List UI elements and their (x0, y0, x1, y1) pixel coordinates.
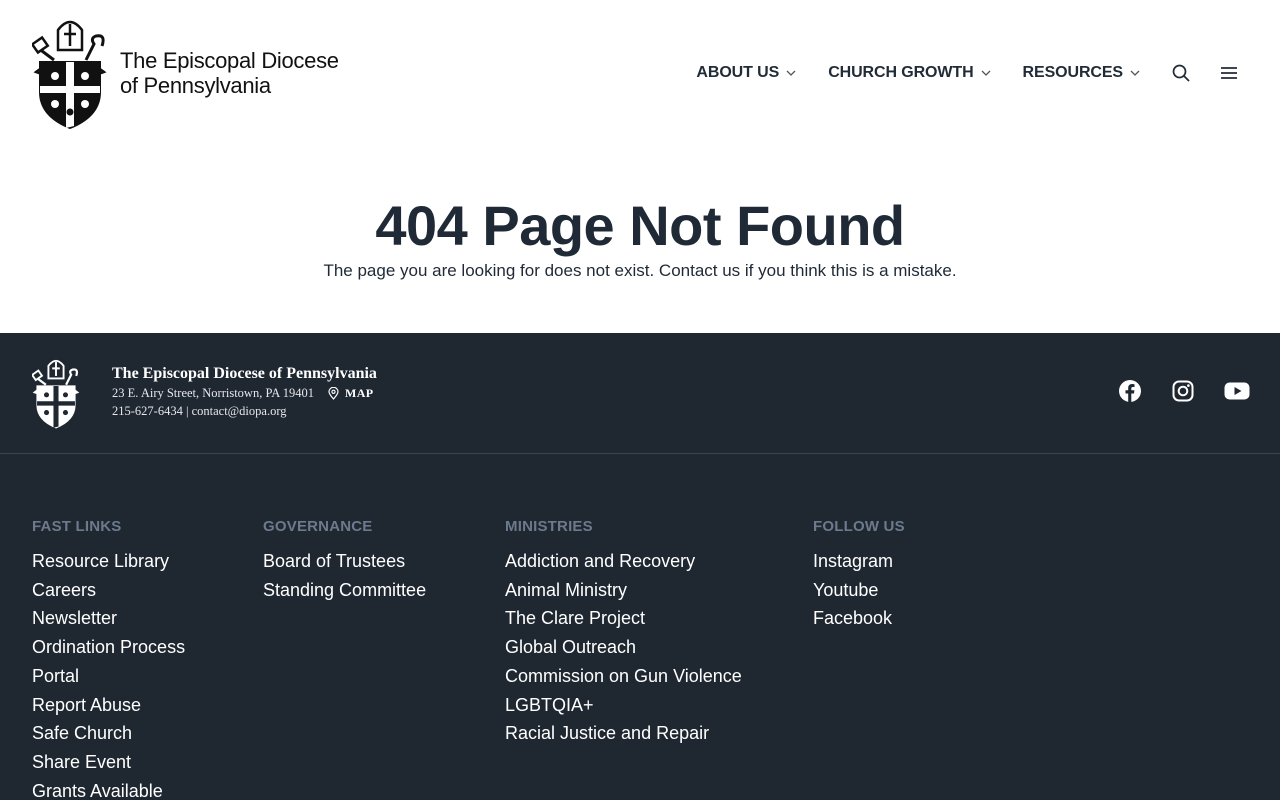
instagram-icon (1172, 380, 1194, 402)
footer-link[interactable]: Share Event (32, 748, 185, 777)
org-name: The Episcopal Diocese of Pennsylvania (112, 365, 377, 382)
facebook-icon (1119, 380, 1141, 402)
search-button[interactable] (1170, 62, 1192, 84)
nav-item-resources[interactable]: RESOURCES (1023, 64, 1140, 82)
column-heading: FAST LINKS (32, 518, 122, 535)
footer-link[interactable]: Addiction and Recovery (505, 547, 742, 576)
logo-line-2: of Pennsylvania (120, 73, 271, 98)
site-header: The Episcopal Diocese of Pennsylvania AB… (0, 0, 1280, 150)
nav-item-church-growth[interactable]: CHURCH GROWTH (828, 64, 991, 82)
org-address: 23 E. Airy Street, Norristown, PA 19401 (112, 386, 314, 400)
diocese-shield-logo-icon (30, 359, 80, 429)
footer-link[interactable]: Ordination Process (32, 633, 185, 662)
nav-item-label: RESOURCES (1022, 64, 1124, 81)
footer-link[interactable]: Standing Committee (263, 576, 426, 605)
footer-link[interactable]: Instagram (813, 547, 905, 576)
footer-link[interactable]: Facebook (813, 604, 905, 633)
column-heading: MINISTRIES (505, 518, 593, 535)
org-contact-info: The Episcopal Diocese of Pennsylvania 23… (112, 364, 377, 420)
footer-column-fast-links: FAST LINKS Resource Library Careers News… (32, 518, 185, 805)
main-nav: ABOUT US CHURCH GROWTH RESOURCES (696, 58, 1240, 88)
diocese-logo[interactable]: The Episcopal Diocese of Pennsylvania (32, 16, 339, 130)
map-label: MAP (344, 386, 374, 400)
chevron-down-icon (1130, 70, 1140, 76)
logo-wordmark: The Episcopal Diocese of Pennsylvania (120, 48, 339, 98)
footer-column-governance: GOVERNANCE Board of Trustees Standing Co… (263, 518, 426, 604)
chevron-down-icon (786, 70, 796, 76)
diocese-shield-logo-icon (32, 20, 107, 130)
youtube-link[interactable] (1224, 379, 1250, 403)
footer-link[interactable]: Report Abuse (32, 691, 185, 720)
nav-item-label: CHURCH GROWTH (828, 64, 974, 81)
footer-link[interactable]: Racial Justice and Repair (505, 719, 742, 748)
footer-logo[interactable] (30, 357, 80, 434)
facebook-link[interactable] (1118, 379, 1142, 403)
hamburger-menu-icon (1221, 67, 1237, 79)
footer-link[interactable]: Youtube (813, 576, 905, 605)
footer-link[interactable]: Newsletter (32, 604, 185, 633)
chevron-down-icon (981, 70, 991, 76)
footer-link[interactable]: The Clare Project (505, 604, 742, 633)
footer-link[interactable]: Commission on Gun Violence (505, 662, 742, 691)
menu-button[interactable] (1218, 62, 1240, 84)
social-links (1089, 379, 1250, 403)
footer-link[interactable]: Safe Church (32, 719, 185, 748)
instagram-link[interactable] (1171, 379, 1195, 403)
nav-item-about-us[interactable]: ABOUT US (696, 64, 796, 82)
nav-item-label: ABOUT US (696, 64, 780, 81)
footer-link[interactable]: Portal (32, 662, 185, 691)
footer-link[interactable]: Careers (32, 576, 185, 605)
column-heading: GOVERNANCE (263, 518, 373, 535)
footer-link[interactable]: Grants Available (32, 777, 185, 805)
youtube-icon (1224, 382, 1250, 400)
main-content: 404 Page Not Found The page you are look… (0, 150, 1280, 333)
footer-link[interactable]: LGBTQIA+ (505, 691, 742, 720)
logo-line-1: The Episcopal Diocese (120, 48, 339, 73)
column-heading: FOLLOW US (813, 518, 905, 535)
footer-column-ministries: MINISTRIES Addiction and Recovery Animal… (505, 518, 742, 748)
footer-link[interactable]: Resource Library (32, 547, 185, 576)
footer-link[interactable]: Animal Ministry (505, 576, 742, 605)
footer-contact-bar: The Episcopal Diocese of Pennsylvania 23… (0, 333, 1280, 454)
page-title: 404 Page Not Found (375, 194, 905, 257)
search-icon (1172, 64, 1190, 82)
footer-link[interactable]: Board of Trustees (263, 547, 426, 576)
address-line: 23 E. Airy Street, Norristown, PA 19401 … (112, 384, 377, 402)
footer-link[interactable]: Global Outreach (505, 633, 742, 662)
map-pin-icon (328, 386, 339, 400)
error-message: The page you are looking for does not ex… (323, 261, 957, 280)
org-contact[interactable]: 215-627-6434 | contact@diopa.org (112, 402, 377, 420)
site-footer: The Episcopal Diocese of Pennsylvania 23… (0, 333, 1280, 801)
map-link[interactable]: MAP (328, 384, 374, 402)
footer-column-follow-us: FOLLOW US Instagram Youtube Facebook (813, 518, 905, 633)
